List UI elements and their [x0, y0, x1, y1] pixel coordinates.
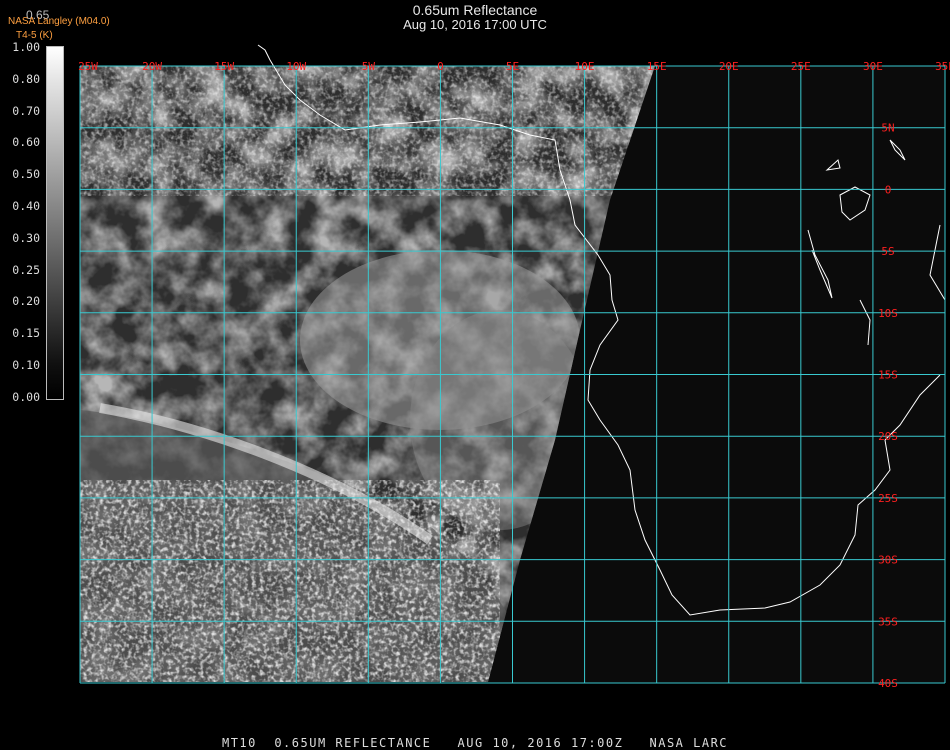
longitude-label: 0 — [437, 60, 444, 73]
latitude-label: 5S — [881, 245, 894, 258]
longitude-label: 15E — [647, 60, 667, 73]
longitude-label: 10E — [575, 60, 595, 73]
latitude-label: 10S — [878, 307, 898, 320]
longitude-label: 10W — [286, 60, 306, 73]
longitude-label: 25W — [78, 60, 98, 73]
latitude-label: 30S — [878, 554, 898, 567]
longitude-label: 25E — [791, 60, 811, 73]
latitude-label: 0 — [885, 183, 892, 196]
longitude-label: 5E — [506, 60, 519, 73]
latitude-label: 40S — [878, 677, 898, 690]
latitude-label: 5N — [881, 122, 894, 135]
longitude-label: 20E — [719, 60, 739, 73]
satellite-map: 25W 20W 15W 10W 5W 0 5E 10E 15E 20E 25E 30E 35E 5N 0 5S… — [78, 44, 950, 690]
latitude-label: 35S — [878, 615, 898, 628]
longitude-label: 5W — [362, 60, 376, 73]
latitude-label: 15S — [878, 369, 898, 382]
longitude-label: 15W — [214, 60, 234, 73]
latitude-label: 25S — [878, 492, 898, 505]
longitude-label: 35E — [935, 60, 950, 73]
footer-caption: MT10 0.65UM REFLECTANCE AUG 10, 2016 17:… — [221, 736, 729, 750]
longitude-label: 20W — [142, 60, 162, 73]
longitude-label: 30E — [863, 60, 883, 73]
latitude-label: 20S — [878, 430, 898, 443]
